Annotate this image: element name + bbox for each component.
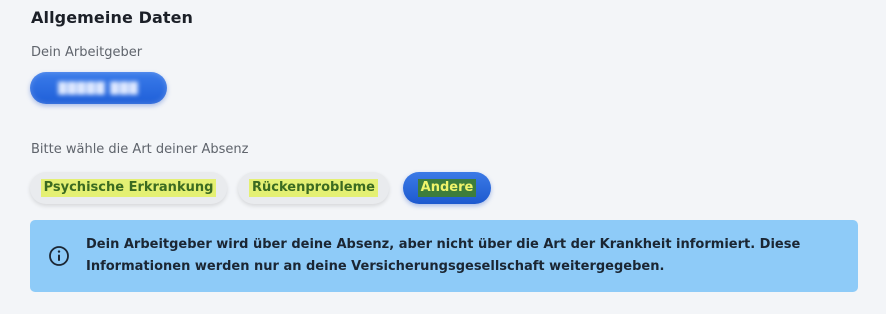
employer-name-redacted: █████ ███ xyxy=(58,81,139,95)
info-box: Dein Arbeitgeber wird über deine Absenz,… xyxy=(30,220,858,292)
absence-option-label: Psychische Erkrankung xyxy=(40,179,217,197)
absence-option-rueckenprobleme[interactable]: Rückenprobleme xyxy=(238,172,389,204)
absence-option-label: Andere xyxy=(417,179,477,197)
section-title: Allgemeine Daten xyxy=(31,8,194,27)
info-text: Dein Arbeitgeber wird über deine Absenz,… xyxy=(86,237,801,274)
absence-option-label: Rückenprobleme xyxy=(249,179,378,197)
absence-option-andere[interactable]: Andere xyxy=(403,172,491,204)
employer-pill[interactable]: █████ ███ xyxy=(30,72,167,104)
info-circle-icon xyxy=(48,245,70,267)
absence-option-psychische-erkrankung[interactable]: Psychische Erkrankung xyxy=(30,172,227,204)
employer-label: Dein Arbeitgeber xyxy=(31,45,143,60)
absence-type-label: Bitte wähle die Art deiner Absenz xyxy=(31,142,249,157)
